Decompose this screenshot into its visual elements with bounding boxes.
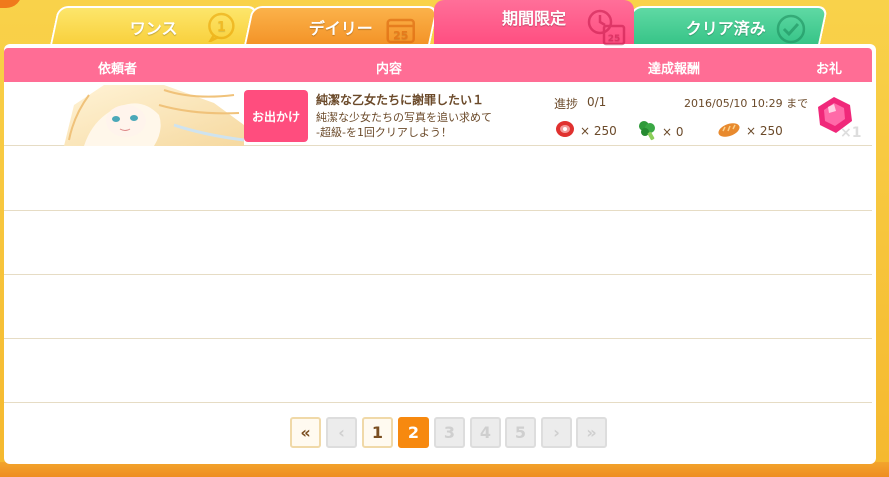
bread-icon: [716, 119, 746, 142]
svg-text:1: 1: [217, 20, 226, 35]
page-button-5[interactable]: 5: [505, 417, 536, 448]
gift-count: ×1: [840, 125, 862, 141]
mission-description-line1: 純潔な少女たちの写真を追い求めて: [316, 111, 492, 124]
tab-limited-label: 期間限定: [501, 9, 566, 28]
mission-description-line2: -超級-を1回クリアしよう！: [316, 126, 452, 139]
bottom-strip: [0, 462, 889, 477]
tab-cleared[interactable]: クリア済み: [623, 6, 829, 46]
category-badge: お出かけ: [244, 90, 308, 142]
page-button-4[interactable]: 4: [470, 417, 501, 448]
clock-calendar-icon: 25: [584, 8, 628, 52]
progress-value: 0/1: [587, 95, 607, 109]
page-button-1[interactable]: 1: [362, 417, 393, 448]
mission-row[interactable]: お出かけ 純潔な乙女たちに謝罪したい１ 純潔な少女たちの写真を追い求めて -超級…: [4, 83, 872, 146]
progress-label: 進捗: [554, 97, 579, 111]
deadline: 2016/05/10 10:29 まで: [684, 97, 809, 110]
tab-once-label: ワンス: [129, 19, 178, 38]
next-page-button[interactable]: ›: [541, 417, 572, 448]
header-reward: 達成報酬: [648, 62, 701, 77]
header-client: 依頼者: [98, 62, 138, 77]
tab-limited[interactable]: 期間限定 25: [434, 0, 634, 46]
last-page-button[interactable]: »: [576, 417, 607, 448]
reward-vegetable-amount: × 0: [662, 124, 684, 139]
mission-description: 純潔な少女たちの写真を追い求めて -超級-を1回クリアしよう！: [316, 110, 492, 140]
first-page-button[interactable]: «: [290, 417, 321, 448]
page-button-2[interactable]: 2: [398, 417, 429, 448]
category-label: お出かけ: [251, 109, 300, 124]
client-portrait: [64, 85, 244, 146]
prev-page-button[interactable]: ‹: [326, 417, 357, 448]
tab-daily[interactable]: デイリー 25: [243, 6, 439, 46]
page-button-3[interactable]: 3: [434, 417, 465, 448]
speech-bubble-icon: 1: [205, 12, 237, 46]
reward-meat-amount: × 250: [580, 123, 617, 138]
tab-once[interactable]: ワンス 1: [49, 6, 259, 46]
svg-text:25: 25: [608, 34, 621, 44]
empty-row: [4, 340, 872, 403]
table-header: 依頼者 内容 達成報酬 お礼: [4, 48, 872, 82]
tab-daily-label: デイリー: [308, 19, 373, 38]
reward-bread-amount: × 250: [746, 123, 783, 138]
reward-bread: × 250: [716, 119, 783, 142]
reward-vegetable: × 0: [636, 119, 684, 144]
empty-row: [4, 276, 872, 339]
svg-text:25: 25: [393, 29, 408, 42]
vegetable-icon: [636, 119, 662, 144]
tab-cleared-label: クリア済み: [685, 19, 766, 38]
mission-title: 純潔な乙女たちに謝罪したい１: [316, 93, 485, 107]
meat-icon: [554, 119, 580, 142]
reward-meat: × 250: [554, 119, 617, 142]
header-content: 内容: [376, 62, 403, 77]
empty-row: [4, 212, 872, 275]
empty-row: [4, 148, 872, 211]
header-gift: お礼: [816, 62, 843, 77]
